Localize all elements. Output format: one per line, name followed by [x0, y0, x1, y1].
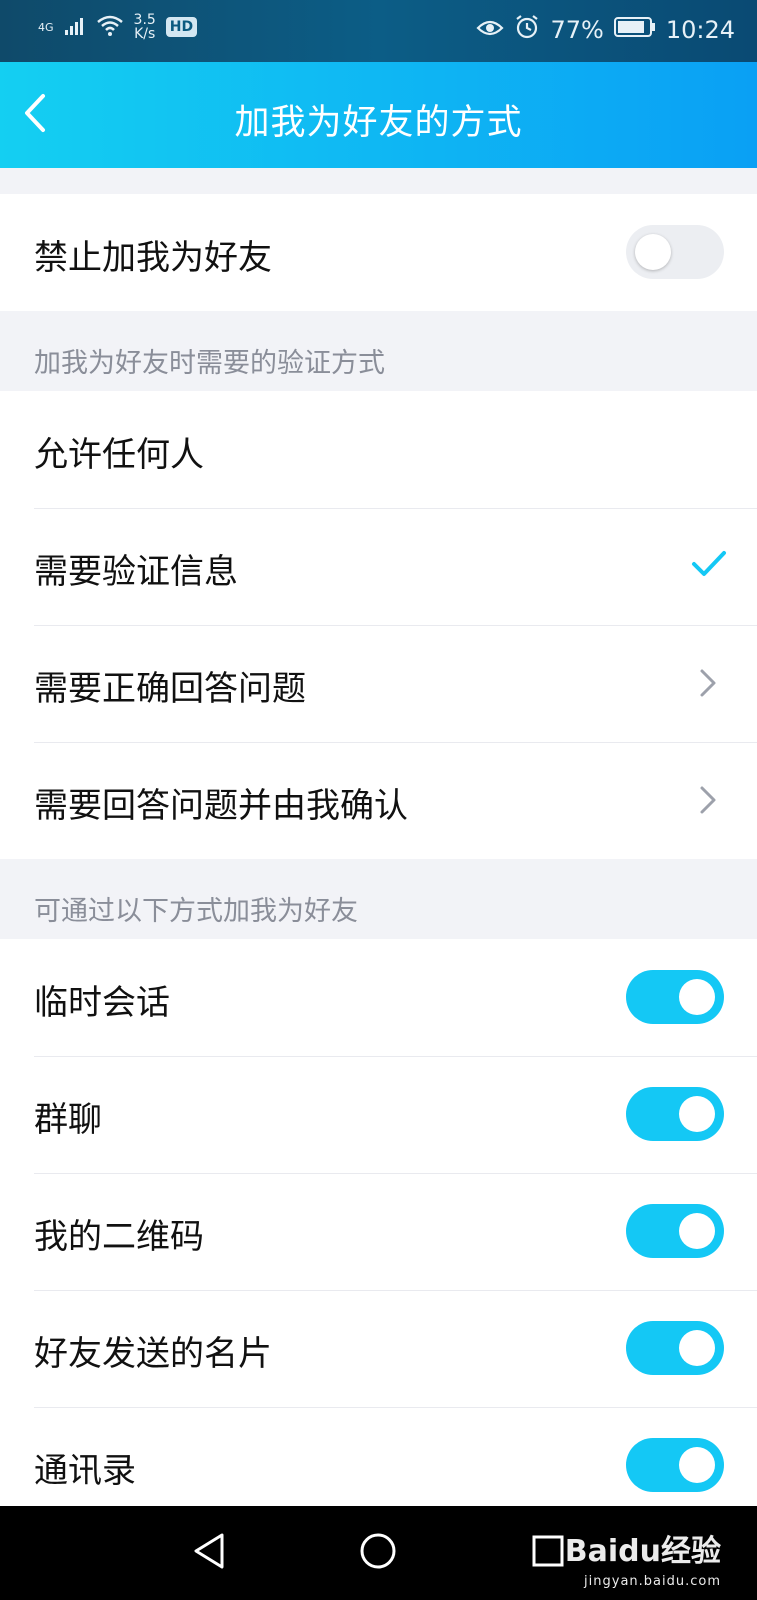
methods-section-header: 可通过以下方式加我为好友 — [0, 859, 757, 939]
status-right: 77% 10:24 — [476, 14, 735, 46]
method-row-business-card[interactable]: 好友发送的名片 — [0, 1290, 757, 1407]
group-chat-toggle[interactable] — [626, 1087, 724, 1141]
alarm-icon — [514, 14, 540, 46]
navigation-bar: Baidu经验 jingyan.baidu.com — [0, 1506, 757, 1600]
circle-home-icon — [359, 1532, 397, 1574]
option-label: 需要正确回答问题 — [34, 669, 306, 709]
method-label: 好友发送的名片 — [34, 1334, 272, 1374]
network-label: 4G — [38, 20, 54, 34]
speed-value: 3.5 — [133, 12, 156, 28]
settings-content: 禁止加我为好友 加我为好友时需要的验证方式 允许任何人 需要验证信息 需要正确回… — [0, 168, 757, 1524]
page-title: 加我为好友的方式 — [234, 103, 523, 143]
toggle-knob — [679, 1213, 715, 1249]
verification-option-answer[interactable]: 需要正确回答问题 — [0, 625, 757, 742]
contacts-toggle[interactable] — [626, 1438, 724, 1492]
method-row-group-chat[interactable]: 群聊 — [0, 1056, 757, 1173]
toggle-knob — [679, 1096, 715, 1132]
block-group: 禁止加我为好友 — [0, 194, 757, 311]
chevron-right-icon — [699, 667, 717, 699]
methods-header-text: 可通过以下方式加我为好友 — [34, 896, 358, 927]
status-bar: 4G 3.5 K/s HD 77% 10:24 — [0, 0, 757, 62]
verification-section-header: 加我为好友时需要的验证方式 — [0, 311, 757, 391]
chevron-right-icon — [699, 784, 717, 816]
baidu-watermark: Baidu经验 jingyan.baidu.com — [565, 1526, 721, 1589]
block-friend-toggle[interactable] — [626, 225, 724, 279]
toggle-knob — [679, 1447, 715, 1483]
battery-percent: 77% — [550, 16, 604, 44]
nav-recents-button[interactable] — [528, 1533, 568, 1573]
title-bar: 加我为好友的方式 — [0, 62, 757, 168]
verification-header-text: 加我为好友时需要的验证方式 — [34, 348, 385, 379]
status-left: 4G 3.5 K/s HD — [38, 13, 198, 41]
qr-code-toggle[interactable] — [626, 1204, 724, 1258]
method-label: 群聊 — [34, 1100, 102, 1140]
method-label: 通讯录 — [34, 1451, 136, 1491]
signal-icon — [64, 16, 86, 39]
verification-option-message[interactable]: 需要验证信息 — [0, 508, 757, 625]
nav-home-button[interactable] — [358, 1533, 398, 1573]
battery-icon — [613, 16, 656, 44]
option-label: 需要验证信息 — [34, 552, 238, 592]
verification-option-answer-confirm[interactable]: 需要回答问题并由我确认 — [0, 742, 757, 859]
square-recents-icon — [531, 1534, 565, 1572]
wifi-icon — [96, 15, 124, 40]
network-speed: 3.5 K/s — [134, 13, 156, 41]
eye-icon — [476, 16, 505, 44]
top-spacer — [0, 168, 757, 194]
block-friend-label: 禁止加我为好友 — [34, 238, 272, 278]
business-card-toggle[interactable] — [626, 1321, 724, 1375]
block-friend-row[interactable]: 禁止加我为好友 — [0, 194, 757, 311]
speed-unit: K/s — [134, 26, 156, 42]
methods-group: 临时会话 群聊 我的二维码 好友发送的名片 通讯录 — [0, 939, 757, 1524]
watermark-text: Baidu经验 — [564, 1534, 721, 1569]
option-label: 需要回答问题并由我确认 — [34, 786, 408, 826]
verification-group: 允许任何人 需要验证信息 需要正确回答问题 需要回答问题并由我确认 — [0, 391, 757, 859]
option-label: 允许任何人 — [34, 435, 204, 475]
checkmark-icon — [691, 548, 727, 580]
watermark-sub: jingyan.baidu.com — [584, 1574, 721, 1589]
method-label: 临时会话 — [34, 983, 170, 1023]
verification-option-anyone[interactable]: 允许任何人 — [0, 391, 757, 508]
method-row-temp-chat[interactable]: 临时会话 — [0, 939, 757, 1056]
hd-badge: HD — [165, 17, 198, 37]
nav-back-button[interactable] — [190, 1533, 230, 1573]
clock-time: 10:24 — [665, 16, 735, 44]
temp-chat-toggle[interactable] — [626, 970, 724, 1024]
toggle-knob — [679, 979, 715, 1015]
toggle-knob — [679, 1330, 715, 1366]
triangle-back-icon — [192, 1532, 228, 1574]
toggle-knob — [635, 234, 671, 270]
method-label: 我的二维码 — [34, 1217, 204, 1257]
method-row-qr-code[interactable]: 我的二维码 — [0, 1173, 757, 1290]
